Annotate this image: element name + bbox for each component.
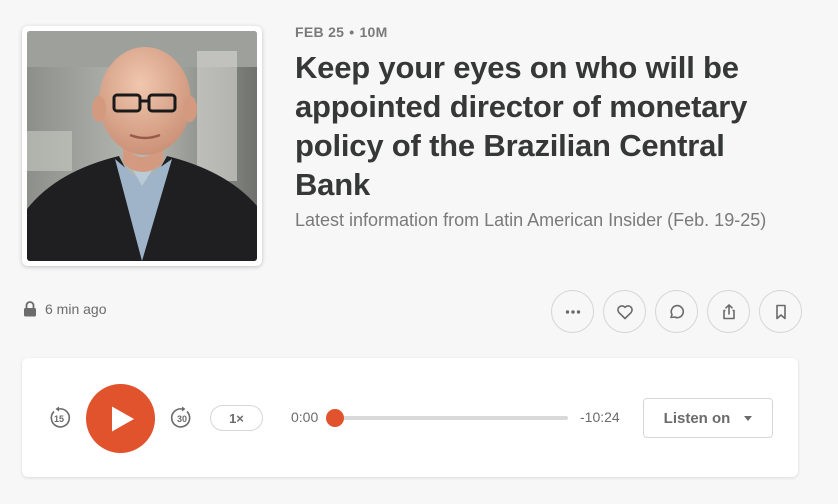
heart-icon <box>615 302 635 322</box>
like-button[interactable] <box>603 290 646 333</box>
episode-duration: 10M <box>359 24 388 40</box>
lock-icon <box>23 301 37 317</box>
rewind-15-icon: 15 <box>50 406 71 428</box>
current-time: 0:00 <box>291 409 319 425</box>
posted-status: 6 min ago <box>23 301 106 317</box>
bookmark-button[interactable] <box>759 290 802 333</box>
progress-scrubber[interactable] <box>326 409 344 427</box>
audio-player: 15 30 1× 0:00 -10:24 Listen on <box>22 358 798 477</box>
comment-icon <box>667 302 687 322</box>
episode-meta: FEB 25 • 10M <box>295 24 388 40</box>
skip-forward-label: 30 <box>177 414 187 424</box>
comment-button[interactable] <box>655 290 698 333</box>
episode-subtitle: Latest information from Latin American I… <box>295 210 767 230</box>
listen-on-label: Listen on <box>663 409 731 427</box>
share-button[interactable] <box>707 290 750 333</box>
meta-separator: • <box>349 24 355 40</box>
episode-title: Keep your eyes on who will be appointed … <box>295 50 748 202</box>
episode-actions <box>551 290 802 333</box>
skip-back-button[interactable]: 15 <box>46 405 72 431</box>
posted-time: 6 min ago <box>45 301 107 317</box>
skip-back-label: 15 <box>54 414 64 424</box>
more-icon <box>563 302 583 322</box>
more-button[interactable] <box>551 290 594 333</box>
chevron-down-icon <box>744 415 753 421</box>
skip-forward-button[interactable]: 30 <box>169 405 195 431</box>
play-icon <box>111 406 134 431</box>
remaining-time: -10:24 <box>580 409 620 425</box>
bookmark-icon <box>771 302 791 322</box>
progress-track[interactable] <box>336 416 568 420</box>
play-button[interactable] <box>86 384 155 453</box>
share-icon <box>719 302 739 322</box>
episode-cover <box>22 26 262 266</box>
episode-date: FEB 25 <box>295 24 345 40</box>
forward-30-icon: 30 <box>170 406 191 428</box>
listen-on-dropdown[interactable]: Listen on <box>643 398 773 438</box>
cover-portrait-image <box>27 31 257 261</box>
playback-speed-button[interactable]: 1× <box>210 405 263 431</box>
